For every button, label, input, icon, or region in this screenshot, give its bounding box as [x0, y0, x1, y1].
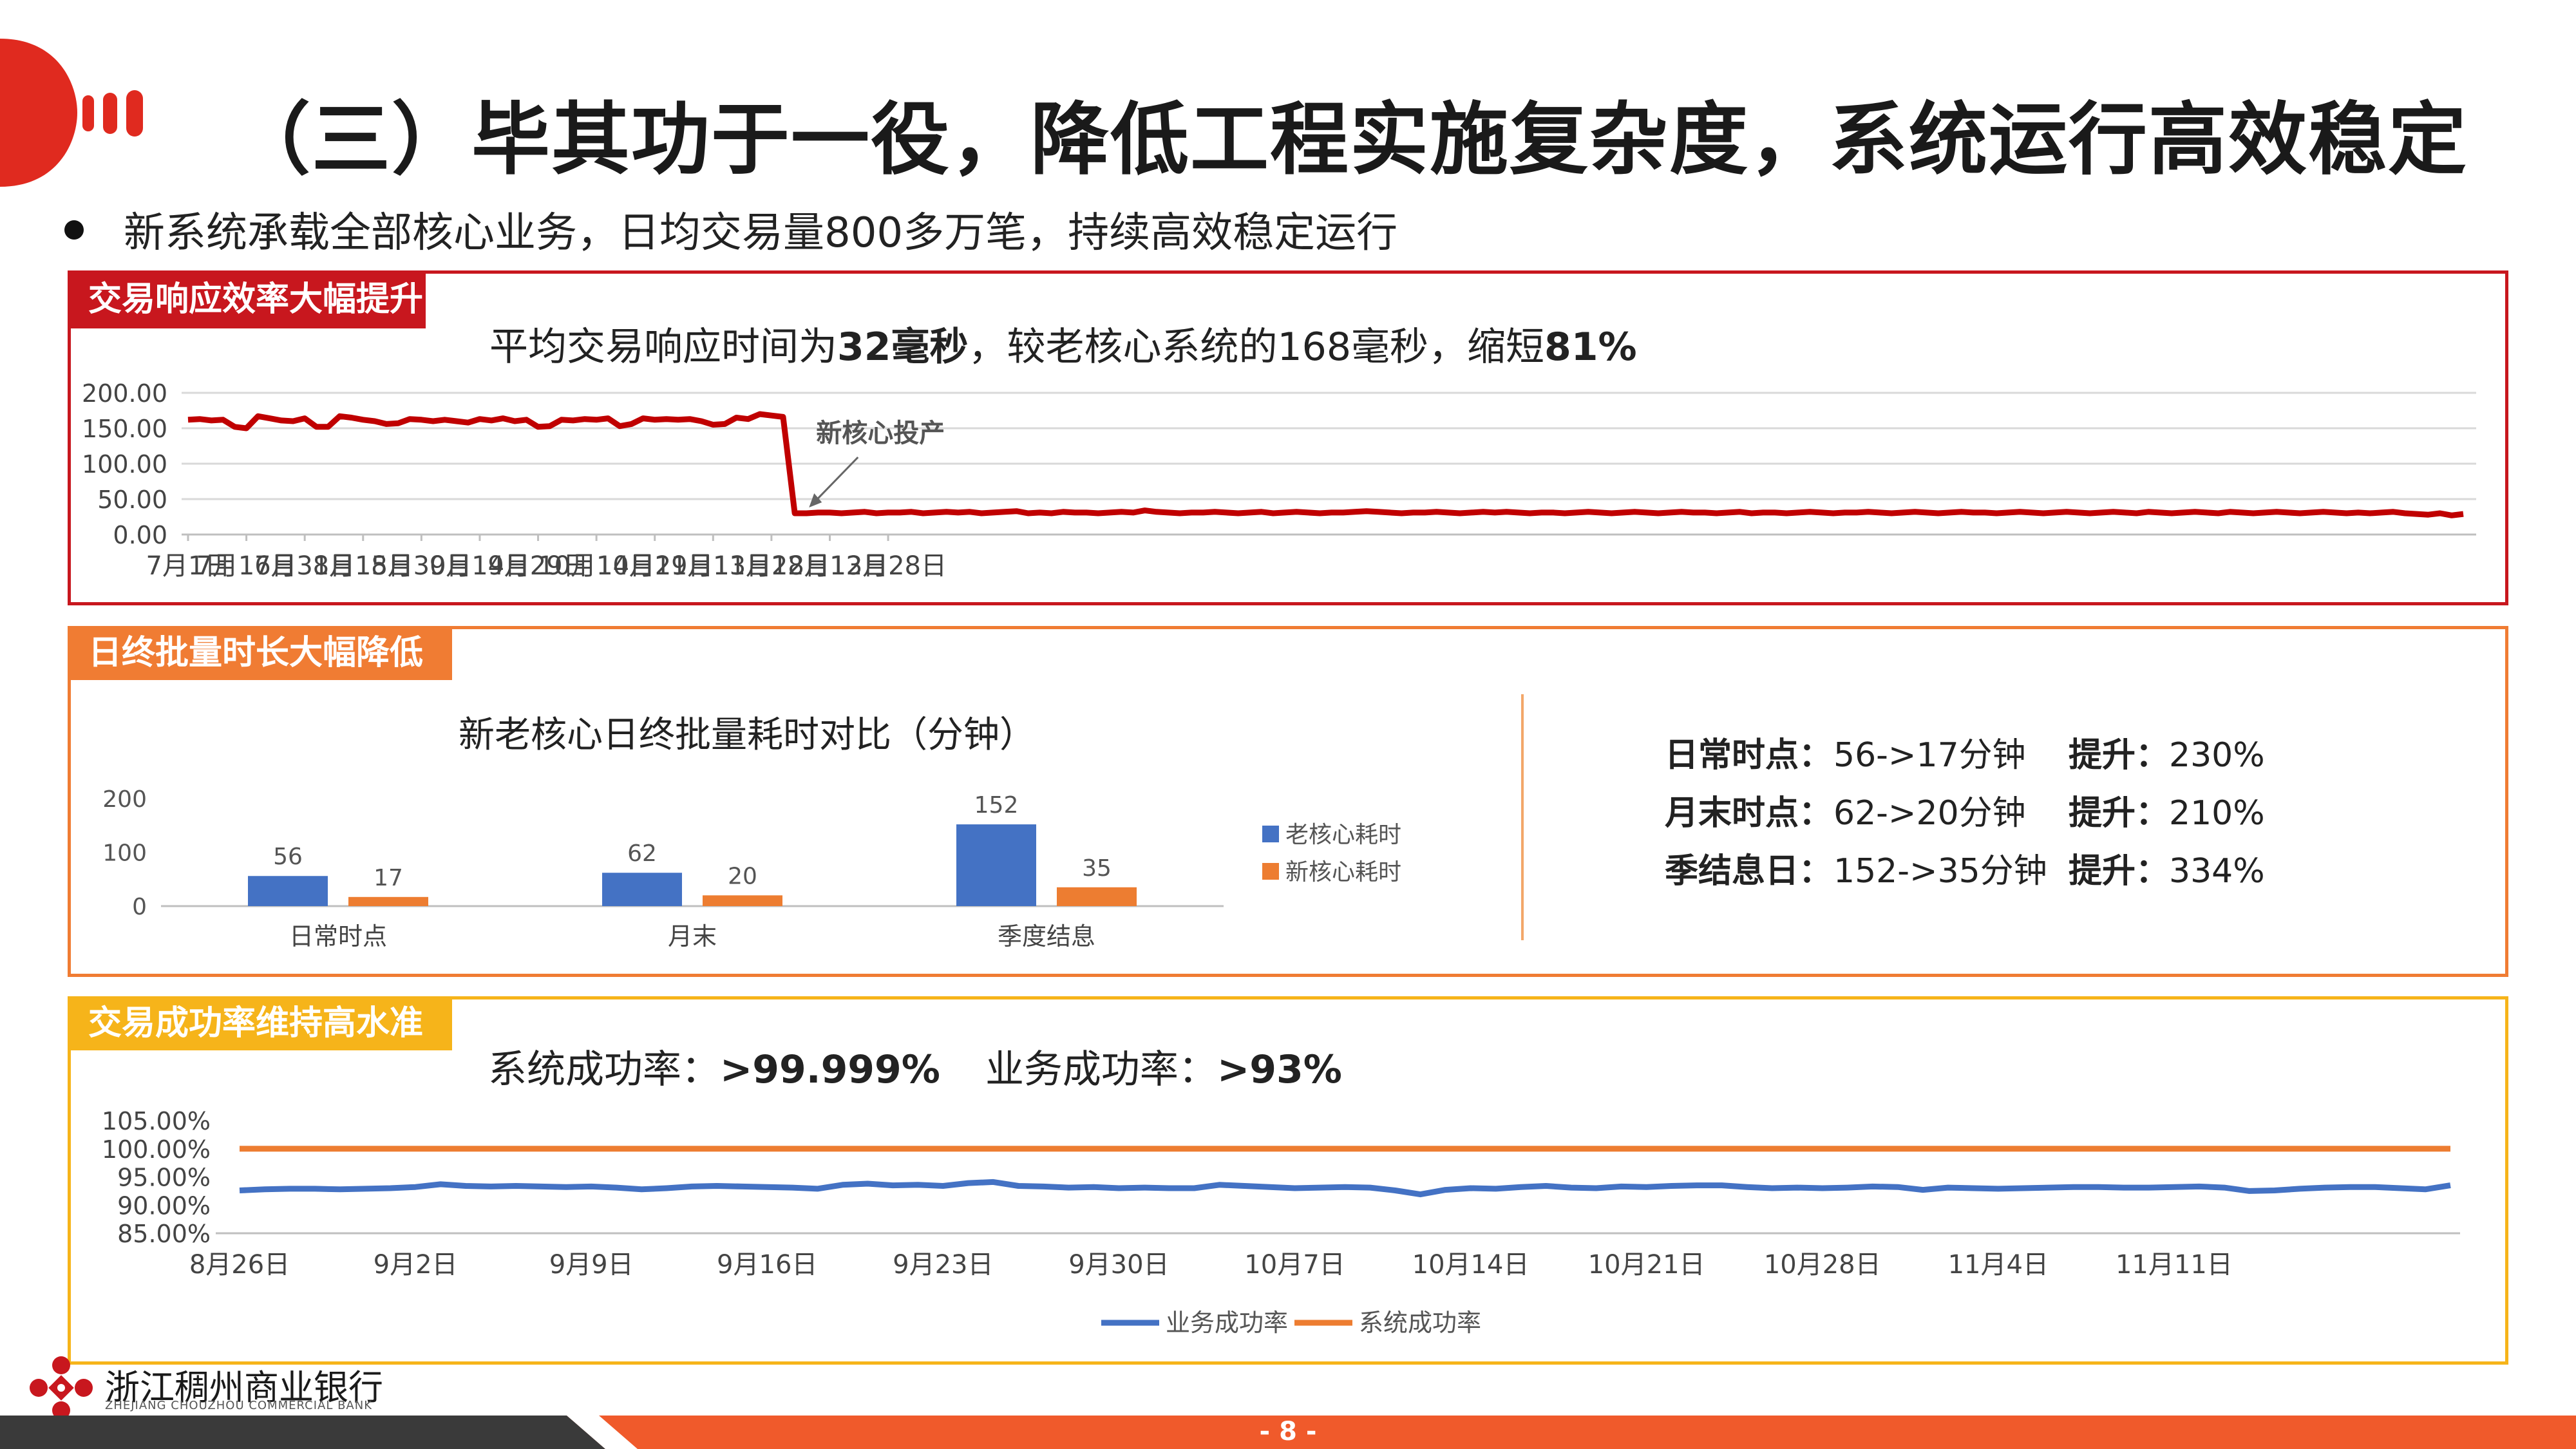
y-tick-label: 0.00 — [113, 521, 167, 549]
response-time-chart: 0.0050.00100.00150.00200.007月1日7月16日7月31… — [82, 379, 2476, 581]
x-tick-label: 10月21日 — [1588, 1250, 1705, 1280]
y-tick-label: 50.00 — [97, 486, 167, 514]
legend-label: 新核心耗时 — [1285, 859, 1401, 886]
success-rate-chart: 85.00%90.00%95.00%100.00%105.00% 8月26日 9月2… — [102, 1107, 2460, 1337]
y-tick-label: 105.00% — [102, 1107, 211, 1135]
x-tick-label: 9月9日 — [549, 1250, 634, 1280]
bank-name-en: ZHEJIANG CHOUZHOU COMMERCIAL BANK — [105, 1399, 373, 1412]
x-tick-label: 9月23日 — [893, 1250, 993, 1280]
improve-value: 210% — [2169, 794, 2265, 833]
x-tick-label: 10月28日 — [1764, 1250, 1881, 1280]
y-tick-label: 95.00% — [117, 1164, 211, 1192]
x-tick-label: 11月11日 — [2116, 1250, 2233, 1280]
panel-divider — [1521, 694, 1524, 940]
panel-tag: 交易响应效率大幅提升 — [68, 270, 426, 328]
headline-text: 系统成功率： — [488, 1047, 720, 1092]
stat-row: 月末时点：62->20分钟 提升：210% — [1665, 784, 2265, 842]
summary-bullet: 新系统承载全部核心业务，日均交易量800多万笔，持续高效稳定运行 — [64, 200, 1397, 259]
x-tick-label: 8月26日 — [189, 1250, 290, 1280]
legend-label: 系统成功率 — [1359, 1309, 1481, 1337]
improve-label: 提升： — [2069, 794, 2170, 833]
headline-highlight: >99.999% — [720, 1047, 940, 1092]
x-tick-label: 10月7日 — [1244, 1250, 1345, 1280]
stat-row: 日常时点：56->17分钟 提升：230% — [1665, 726, 2265, 784]
page-number: - 8 - — [1259, 1417, 1317, 1446]
panel-tag: 日终批量时长大幅降低 — [68, 626, 452, 680]
data-label: 35 — [1082, 855, 1112, 882]
legend-swatch — [1262, 863, 1279, 880]
stat-value: 62->20分钟 — [1833, 794, 2026, 833]
stat-value: 152->35分钟 — [1833, 852, 2047, 891]
bank-logo-icon — [30, 1356, 93, 1419]
y-tick-label: 100 — [102, 840, 147, 867]
category-label: 季度结息 — [998, 922, 1095, 951]
data-label: 62 — [627, 840, 657, 867]
success-headline: 系统成功率：>99.999% 业务成功率：>93% — [488, 1038, 1342, 1094]
batch-bar-chart: 新老核心日终批量耗时对比（分钟） 0 100 200 56 17 日常时点 62 20 月末 152… — [102, 714, 1401, 951]
improve-label: 提升： — [2069, 736, 2170, 775]
stat-row: 季结息日：152->35分钟 提升：334% — [1665, 842, 2265, 900]
legend-label: 业务成功率 — [1166, 1309, 1288, 1337]
improve-label: 提升： — [2069, 852, 2170, 891]
annotation-label: 新核心投产 — [816, 419, 945, 448]
stat-label: 日常时点： — [1665, 736, 1833, 775]
legend-swatch — [1262, 826, 1279, 842]
brand-arrow-icon — [0, 39, 143, 187]
y-tick-label: 100.00% — [102, 1135, 211, 1164]
bar — [703, 895, 782, 906]
series-line — [239, 1179, 2451, 1198]
y-tick-label: 150.00 — [82, 415, 167, 443]
x-tick-label: 9月16日 — [717, 1250, 817, 1280]
footer-stripe — [0, 1416, 638, 1449]
y-tick-label: 90.00% — [117, 1191, 211, 1220]
y-tick-label: 200.00 — [82, 379, 167, 408]
stat-label: 季结息日： — [1665, 852, 1833, 891]
bar — [1057, 887, 1137, 906]
page-title: （三）毕其功于一役，降低工程实施复杂度，系统运行高效稳定 — [232, 94, 2468, 185]
x-tick-label: 12月28日 — [829, 551, 947, 581]
series-line — [187, 411, 2464, 518]
headline-highlight: >93% — [1217, 1047, 1342, 1092]
y-tick-label: 85.00% — [117, 1220, 211, 1248]
data-label: 152 — [974, 792, 1019, 819]
stat-value: 56->17分钟 — [1833, 736, 2026, 775]
summary-text: 新系统承载全部核心业务，日均交易量800多万笔，持续高效稳定运行 — [124, 209, 1398, 257]
bar — [956, 824, 1036, 906]
chart-title: 新老核心日终批量耗时对比（分钟） — [459, 714, 1036, 756]
y-tick-label: 200 — [102, 786, 147, 813]
data-label: 20 — [728, 863, 757, 889]
stat-label: 月末时点： — [1665, 794, 1833, 833]
bullet-icon — [64, 220, 84, 240]
headline-text: 业务成功率： — [985, 1047, 1217, 1092]
panel-tag: 交易成功率维持高水准 — [68, 996, 452, 1050]
y-tick-label: 0 — [132, 894, 147, 920]
bar — [348, 896, 428, 906]
bar — [602, 873, 682, 906]
improve-value: 230% — [2169, 736, 2265, 775]
x-tick-label: 9月30日 — [1068, 1250, 1169, 1280]
x-tick-label: 9月2日 — [374, 1250, 458, 1280]
x-tick-label: 10月14日 — [1412, 1250, 1530, 1280]
improve-value: 334% — [2169, 852, 2265, 891]
y-tick-label: 100.00 — [82, 450, 167, 478]
x-tick-label: 11月4日 — [1948, 1250, 2049, 1280]
data-label: 56 — [273, 844, 303, 870]
category-label: 日常时点 — [289, 922, 387, 951]
legend-label: 老核心耗时 — [1285, 822, 1401, 848]
batch-stats: 日常时点：56->17分钟 提升：230% 月末时点：62->20分钟 提升：210%… — [1665, 726, 2265, 900]
category-label: 月末 — [668, 922, 717, 951]
bar — [248, 876, 328, 906]
data-label: 17 — [374, 865, 403, 891]
